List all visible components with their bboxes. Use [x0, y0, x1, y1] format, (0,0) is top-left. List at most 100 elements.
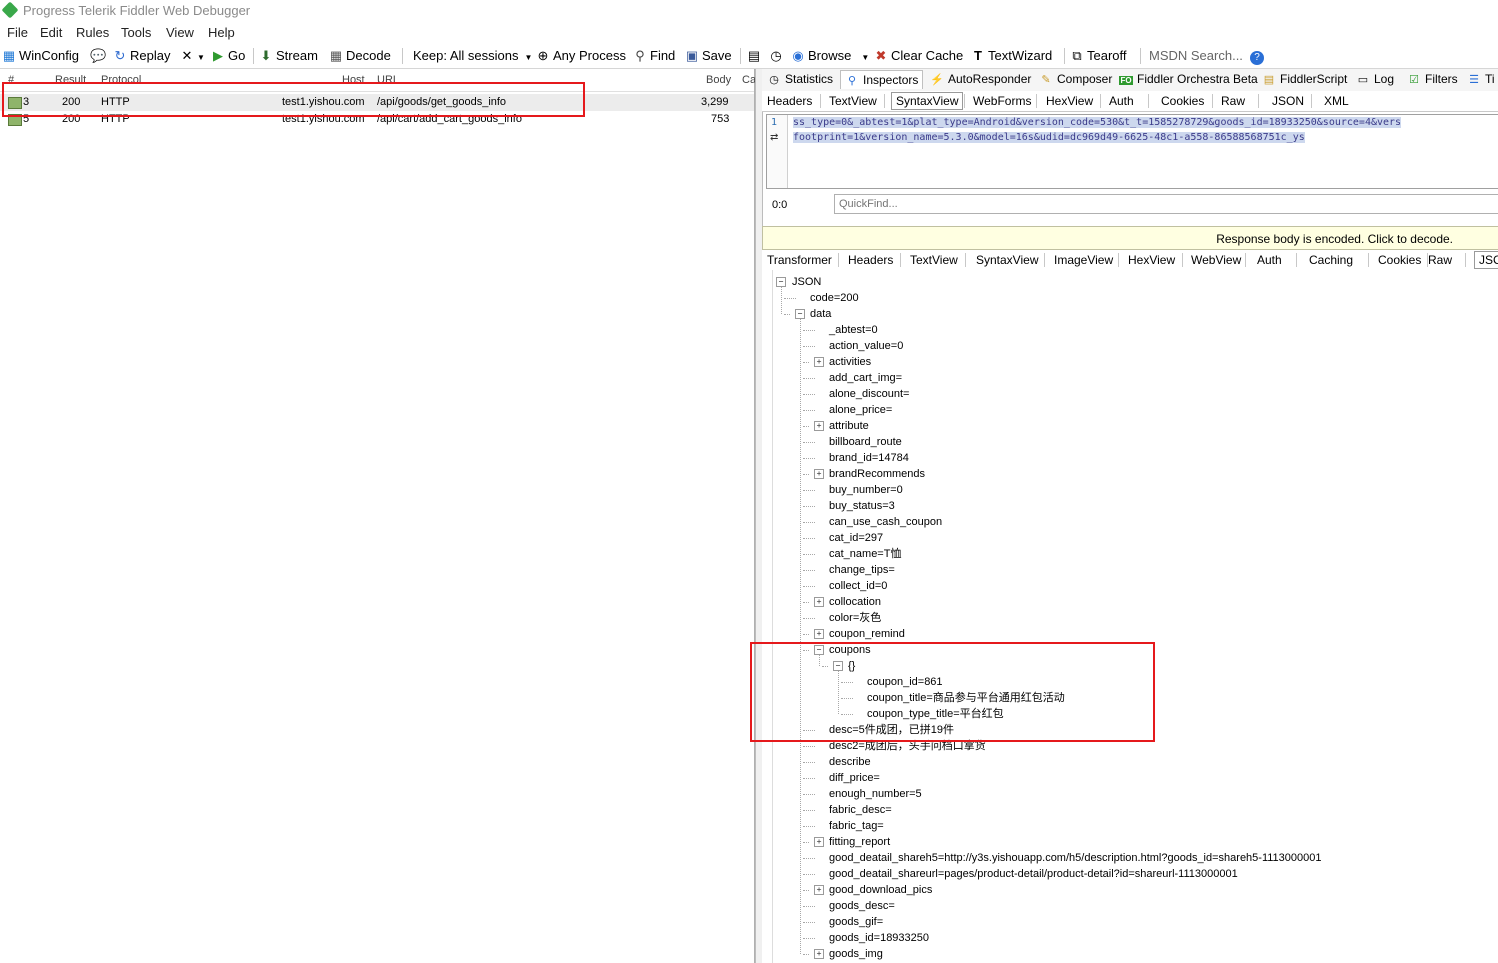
- tree-node[interactable]: coupon_id=861: [867, 674, 943, 690]
- req-tab-hexview[interactable]: HexView: [1046, 94, 1093, 108]
- menu-rules[interactable]: Rules: [76, 25, 109, 40]
- tree-node[interactable]: billboard_route: [829, 434, 902, 450]
- tree-node[interactable]: color=灰色: [829, 610, 881, 626]
- tab-composer[interactable]: ✎ Composer: [1039, 72, 1112, 86]
- tree-node[interactable]: fabric_desc=: [829, 802, 892, 818]
- stream-button[interactable]: ⬇ Stream: [259, 46, 318, 66]
- req-tab-raw[interactable]: Raw: [1221, 94, 1245, 108]
- tree-node[interactable]: alone_price=: [829, 402, 892, 418]
- resp-tab-transformer[interactable]: Transformer: [767, 253, 832, 267]
- tree-node[interactable]: desc=5件成团，已拼19件: [829, 722, 954, 738]
- req-tab-xml[interactable]: XML: [1324, 94, 1349, 108]
- collapse-icon[interactable]: −: [833, 661, 843, 671]
- remove-button[interactable]: ✕ ▼: [180, 46, 205, 66]
- tree-node[interactable]: code=200: [810, 290, 859, 306]
- expand-icon[interactable]: +: [814, 357, 824, 367]
- tab-timeline[interactable]: ☰ Ti: [1467, 72, 1495, 86]
- req-tab-headers[interactable]: Headers: [767, 94, 812, 108]
- tab-fiddler-orchestra[interactable]: FO Fiddler Orchestra Beta: [1119, 72, 1258, 86]
- screenshot-button[interactable]: ▤: [747, 46, 764, 66]
- tree-node[interactable]: fabric_tag=: [829, 818, 884, 834]
- request-body-editor[interactable]: 1 ⇄ ss_type=0&_abtest=1&plat_type=Androi…: [766, 114, 1498, 189]
- expand-icon[interactable]: +: [814, 629, 824, 639]
- clear-cache-button[interactable]: ✖ Clear Cache: [874, 46, 964, 66]
- tree-node[interactable]: coupon_title=商品参与平台通用红包活动: [867, 690, 1065, 706]
- tab-inspectors[interactable]: ⚲ Inspectors: [840, 70, 924, 89]
- tree-node[interactable]: change_tips=: [829, 562, 895, 578]
- collapse-icon[interactable]: −: [795, 309, 805, 319]
- tree-node[interactable]: coupon_type_title=平台红包: [867, 706, 1004, 722]
- req-tab-json[interactable]: JSON: [1272, 94, 1304, 108]
- tab-autoresponder[interactable]: ⚡ AutoResponder: [930, 72, 1031, 86]
- msdn-search-input[interactable]: MSDN Search...: [1149, 46, 1243, 66]
- menu-file[interactable]: File: [7, 25, 28, 40]
- resp-tab-imageview[interactable]: ImageView: [1054, 253, 1113, 267]
- tree-node[interactable]: coupon_remind: [829, 626, 905, 642]
- tree-node[interactable]: desc2=成团后，头手问档口拿货: [829, 738, 986, 754]
- tree-node[interactable]: {}: [848, 658, 855, 674]
- tree-node[interactable]: goods_desc=: [829, 898, 895, 914]
- resp-tab-headers[interactable]: Headers: [848, 253, 893, 267]
- menu-tools[interactable]: Tools: [121, 25, 151, 40]
- tree-node[interactable]: collocation: [829, 594, 881, 610]
- menu-help[interactable]: Help: [208, 25, 235, 40]
- tree-node[interactable]: goods_gif=: [829, 914, 883, 930]
- resp-tab-hexview[interactable]: HexView: [1128, 253, 1175, 267]
- replay-button[interactable]: ↻ Replay: [113, 46, 171, 66]
- json-tree[interactable]: − JSON code=200− data _abtest=0 action_value=…: [762, 270, 1498, 963]
- req-tab-webforms[interactable]: WebForms: [973, 94, 1031, 108]
- resp-tab-caching[interactable]: Caching: [1309, 253, 1353, 267]
- menu-edit[interactable]: Edit: [40, 25, 62, 40]
- expand-icon[interactable]: +: [814, 597, 824, 607]
- decode-banner[interactable]: Response body is encoded. Click to decod…: [762, 226, 1498, 250]
- quickfind-input[interactable]: [834, 194, 1498, 214]
- tab-log[interactable]: ▭ Log: [1356, 72, 1394, 86]
- req-tab-cookies[interactable]: Cookies: [1161, 94, 1204, 108]
- expand-icon[interactable]: +: [814, 949, 824, 959]
- tree-node[interactable]: buy_number=0: [829, 482, 903, 498]
- req-tab-auth[interactable]: Auth: [1109, 94, 1134, 108]
- expand-icon[interactable]: +: [814, 837, 824, 847]
- col-url[interactable]: URL: [377, 74, 399, 86]
- tree-node[interactable]: can_use_cash_coupon: [829, 514, 942, 530]
- col-protocol[interactable]: Protocol: [101, 74, 141, 86]
- save-button[interactable]: ▣ Save: [685, 46, 732, 66]
- session-row[interactable]: 5 200 HTTP test1.yishou.com /api/cart/ad…: [0, 111, 754, 128]
- resp-tab-auth[interactable]: Auth: [1257, 253, 1282, 267]
- browse-button[interactable]: ◉ Browse ▼: [791, 46, 869, 66]
- help-button[interactable]: ?: [1250, 46, 1267, 66]
- expand-icon[interactable]: +: [814, 469, 824, 479]
- tree-node[interactable]: good_download_pics: [829, 882, 932, 898]
- tree-node[interactable]: good_deatail_shareurl=pages/product-deta…: [829, 866, 1238, 882]
- col-body[interactable]: Body: [706, 74, 731, 86]
- req-tab-textview[interactable]: TextView: [829, 94, 877, 108]
- resp-tab-syntaxview[interactable]: SyntaxView: [976, 253, 1038, 267]
- expand-icon[interactable]: +: [814, 421, 824, 431]
- tree-node[interactable]: diff_price=: [829, 770, 880, 786]
- tab-filters[interactable]: ☑ Filters: [1407, 72, 1458, 86]
- collapse-icon[interactable]: −: [814, 645, 824, 655]
- tab-fiddlerscript[interactable]: ▤ FiddlerScript: [1262, 72, 1348, 86]
- tree-node[interactable]: data: [810, 306, 831, 322]
- tree-node[interactable]: JSON: [792, 274, 821, 290]
- tree-node[interactable]: good_deatail_shareh5=http://y3s.yishouap…: [829, 850, 1322, 866]
- tree-node[interactable]: collect_id=0: [829, 578, 887, 594]
- tree-node[interactable]: alone_discount=: [829, 386, 909, 402]
- tree-node[interactable]: buy_status=3: [829, 498, 895, 514]
- resp-tab-webview[interactable]: WebView: [1191, 253, 1241, 267]
- tree-node[interactable]: brandRecommends: [829, 466, 925, 482]
- resp-tab-textview[interactable]: TextView: [910, 253, 958, 267]
- decode-button[interactable]: ▦ Decode: [329, 46, 391, 66]
- winconfig-button[interactable]: ▦ WinConfig: [2, 46, 79, 66]
- find-button[interactable]: ⚲ Find: [633, 46, 675, 66]
- tree-node[interactable]: attribute: [829, 418, 869, 434]
- tree-node[interactable]: brand_id=14784: [829, 450, 909, 466]
- resp-tab-cookies[interactable]: Cookies: [1378, 253, 1421, 267]
- resp-tab-json[interactable]: JSC: [1474, 251, 1498, 269]
- keep-sessions-dropdown[interactable]: Keep: All sessions ▼: [413, 46, 532, 66]
- tree-node[interactable]: coupons: [829, 642, 871, 658]
- any-process-button[interactable]: ⊕ Any Process: [536, 46, 626, 66]
- expand-icon[interactable]: +: [814, 885, 824, 895]
- tree-node[interactable]: _abtest=0: [829, 322, 878, 338]
- tree-node[interactable]: describe: [829, 754, 871, 770]
